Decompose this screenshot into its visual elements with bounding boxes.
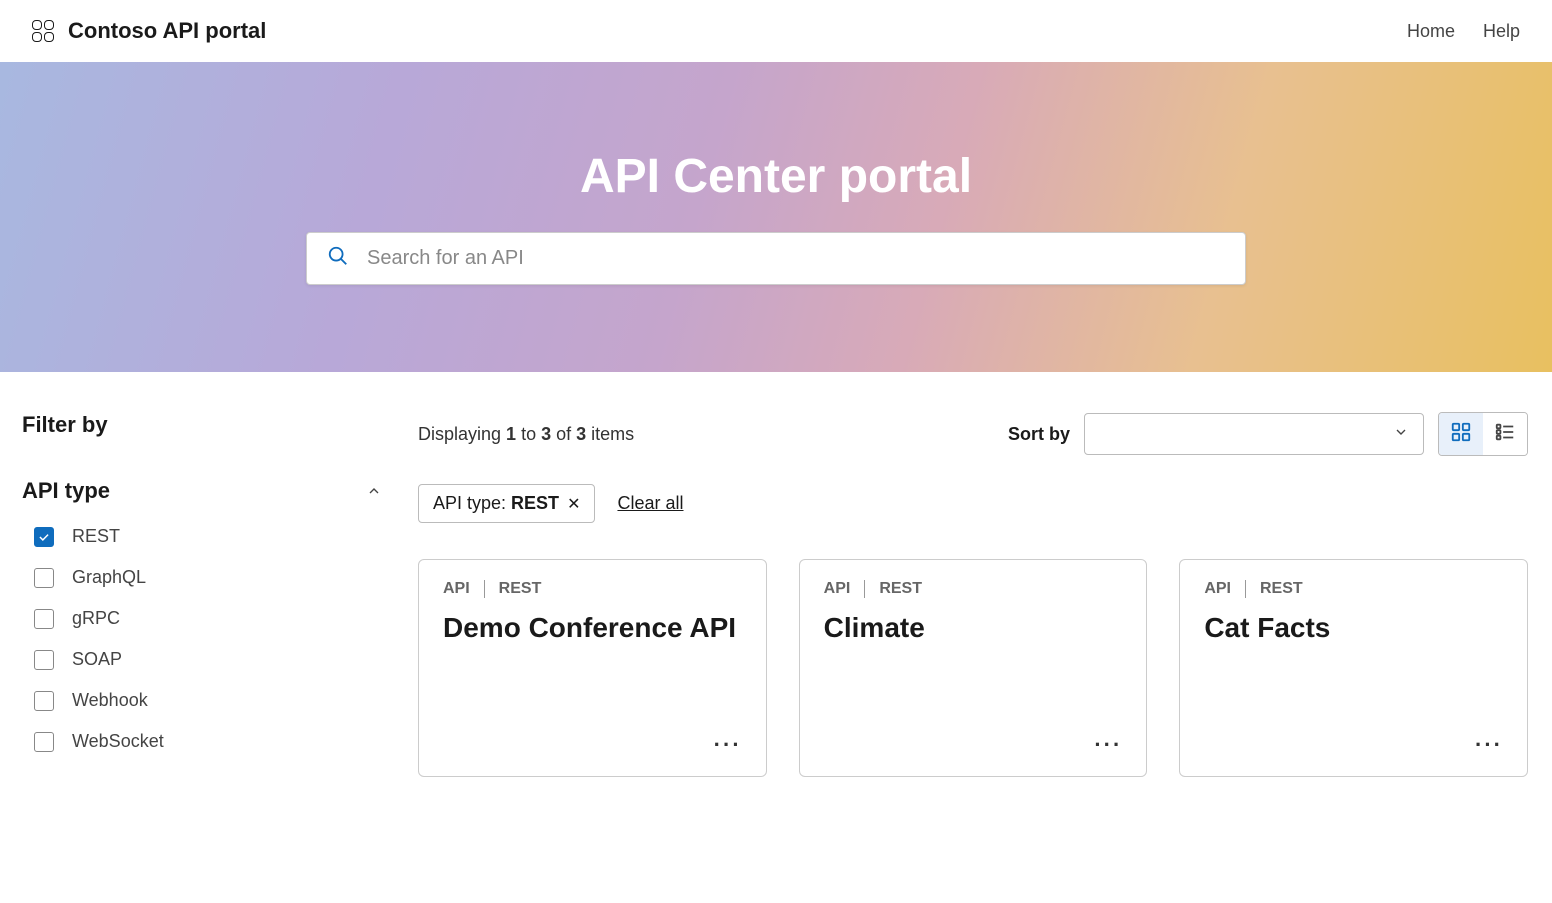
sort-controls: Sort by	[1008, 412, 1528, 456]
search-box[interactable]	[306, 232, 1246, 285]
nav-home[interactable]: Home	[1407, 21, 1455, 42]
hero-banner: API Center portal	[0, 62, 1552, 372]
divider	[864, 580, 865, 598]
filter-label: REST	[72, 526, 120, 547]
grid-view-button[interactable]	[1439, 413, 1483, 455]
sort-by-label: Sort by	[1008, 424, 1070, 445]
filter-option-soap[interactable]: SOAP	[34, 649, 382, 670]
checkbox-checked-icon	[34, 527, 54, 547]
filter-option-graphql[interactable]: GraphQL	[34, 567, 382, 588]
main-panel: Displaying 1 to 3 of 3 items Sort by	[418, 412, 1528, 777]
brand-title: Contoso API portal	[68, 18, 266, 44]
hero-title: API Center portal	[580, 149, 972, 204]
filter-group-api-type-header[interactable]: API type	[22, 478, 382, 504]
card-title: Climate	[824, 610, 1123, 645]
view-toggle	[1438, 412, 1528, 456]
clear-all-button[interactable]: Clear all	[617, 493, 683, 514]
filter-option-rest[interactable]: REST	[34, 526, 382, 547]
checkbox-unchecked-icon	[34, 691, 54, 711]
more-menu-icon[interactable]: ···	[1475, 732, 1503, 758]
nav-help[interactable]: Help	[1483, 21, 1520, 42]
api-card[interactable]: API REST Cat Facts ···	[1179, 559, 1528, 777]
filter-label: SOAP	[72, 649, 122, 670]
chip-close-icon[interactable]: ✕	[567, 494, 580, 514]
api-card[interactable]: API REST Climate ···	[799, 559, 1148, 777]
more-menu-icon[interactable]: ···	[714, 732, 742, 758]
list-icon	[1494, 421, 1516, 448]
card-tags: API REST	[1204, 580, 1503, 598]
card-tags: API REST	[824, 580, 1123, 598]
filter-label: Webhook	[72, 690, 148, 711]
results-toolbar: Displaying 1 to 3 of 3 items Sort by	[418, 412, 1528, 456]
api-cards-grid: API REST Demo Conference API ··· API RES…	[418, 559, 1528, 777]
content-area: Filter by API type REST GraphQL gRPC	[0, 372, 1552, 817]
active-filters: API type: REST ✕ Clear all	[418, 484, 1528, 523]
grid-icon	[1450, 421, 1472, 448]
api-card[interactable]: API REST Demo Conference API ···	[418, 559, 767, 777]
checkbox-unchecked-icon	[34, 568, 54, 588]
filter-label: GraphQL	[72, 567, 146, 588]
filter-label: WebSocket	[72, 731, 164, 752]
filter-chip-api-type: API type: REST ✕	[418, 484, 595, 523]
chevron-down-icon	[1393, 424, 1409, 445]
chevron-up-icon	[366, 483, 382, 499]
top-header: Contoso API portal Home Help	[0, 0, 1552, 62]
filter-option-webhook[interactable]: Webhook	[34, 690, 382, 711]
filter-options: REST GraphQL gRPC SOAP Webhook WebSocket	[22, 526, 382, 752]
checkbox-unchecked-icon	[34, 732, 54, 752]
app-logo-icon	[32, 20, 54, 42]
filter-option-grpc[interactable]: gRPC	[34, 608, 382, 629]
results-count: Displaying 1 to 3 of 3 items	[418, 424, 634, 445]
sort-select[interactable]	[1084, 413, 1424, 455]
filter-label: gRPC	[72, 608, 120, 629]
divider	[1245, 580, 1246, 598]
more-menu-icon[interactable]: ···	[1094, 732, 1122, 758]
brand: Contoso API portal	[32, 18, 266, 44]
filter-by-title: Filter by	[22, 412, 382, 438]
filter-option-websocket[interactable]: WebSocket	[34, 731, 382, 752]
divider	[484, 580, 485, 598]
card-tags: API REST	[443, 580, 742, 598]
card-title: Cat Facts	[1204, 610, 1503, 645]
checkbox-unchecked-icon	[34, 609, 54, 629]
search-input[interactable]	[367, 247, 1225, 270]
card-title: Demo Conference API	[443, 610, 742, 645]
filter-sidebar: Filter by API type REST GraphQL gRPC	[22, 412, 382, 777]
filter-group-api-type-title: API type	[22, 478, 110, 504]
list-view-button[interactable]	[1483, 413, 1527, 455]
checkbox-unchecked-icon	[34, 650, 54, 670]
nav-links: Home Help	[1407, 21, 1520, 42]
search-icon	[327, 245, 349, 272]
